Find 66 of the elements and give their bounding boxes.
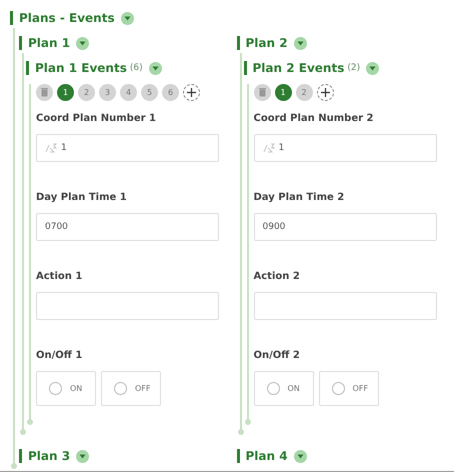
section-title: Plan 4 [246,449,288,463]
toggle-button[interactable] [76,36,90,50]
section-marker [19,449,22,463]
section-title: Plan 2 [246,36,288,50]
section-title: Plan 1 [28,36,70,50]
field-label: On/Off 2 [254,349,301,361]
input-field[interactable] [254,292,436,320]
section-title: Plan 3 [28,449,70,463]
caret-icon [79,454,86,458]
event-tab[interactable]: 1 [274,84,292,101]
event-tab[interactable]: 1 [57,84,74,101]
input-field[interactable]: 1 [36,134,219,162]
section-marker [236,36,240,50]
event-tab[interactable]: 2 [78,84,95,101]
field-label: On/Off 1 [36,349,84,361]
field-label: Action 2 [254,270,301,282]
plus-icon [187,88,196,97]
input-field[interactable]: 0700 [36,213,219,241]
add-button[interactable] [183,84,200,101]
number-icon [262,143,274,153]
caret-icon [296,454,304,458]
toggle-button[interactable] [294,450,307,462]
radio-option[interactable]: OFF [318,371,378,406]
page-title: Plans - Events [19,11,115,25]
field-label: Coord Plan Number 1 [36,112,157,124]
input-field[interactable]: 1 [254,134,436,162]
toggle-button[interactable] [120,12,134,24]
add-button[interactable] [316,84,334,101]
section-title: Plan 1 Events [35,61,127,75]
event-tab[interactable]: 5 [141,84,158,101]
caret-icon [152,66,159,70]
field-label: Coord Plan Number 2 [254,112,374,124]
section-marker [10,11,13,25]
toggle-button[interactable] [148,62,162,74]
event-tab[interactable]: 6 [162,84,179,101]
radio-option[interactable]: OFF [101,371,161,406]
plus-icon [320,88,330,97]
event-tab[interactable]: 3 [99,84,116,101]
event-tab[interactable]: 2 [296,84,312,101]
number-icon [45,143,57,153]
toggle-button[interactable] [294,36,307,50]
trash-icon [258,88,266,97]
trash-icon [41,88,48,97]
section-marker [244,61,246,75]
caret-icon [369,66,376,70]
toggle-button[interactable] [366,62,380,74]
event-count: (6) [130,63,143,73]
caret-icon [296,40,304,46]
input-field[interactable]: 0900 [254,213,436,241]
event-tab[interactable]: 4 [120,84,137,101]
section-title: Plan 2 Events [252,61,344,75]
section-marker [19,36,22,50]
field-label: Action 1 [36,270,84,282]
delete-button[interactable] [36,84,53,101]
radio-option[interactable]: ON [254,371,314,406]
caret-icon [79,40,86,46]
event-count: (2) [347,63,360,73]
delete-button[interactable] [254,84,270,101]
caret-icon [124,16,131,20]
field-label: Day Plan Time 1 [36,191,128,203]
section-marker [236,449,240,463]
field-label: Day Plan Time 2 [254,191,346,203]
input-field[interactable] [36,292,219,320]
toggle-button[interactable] [76,450,90,462]
section-marker [26,61,29,75]
radio-option[interactable]: ON [36,371,96,406]
